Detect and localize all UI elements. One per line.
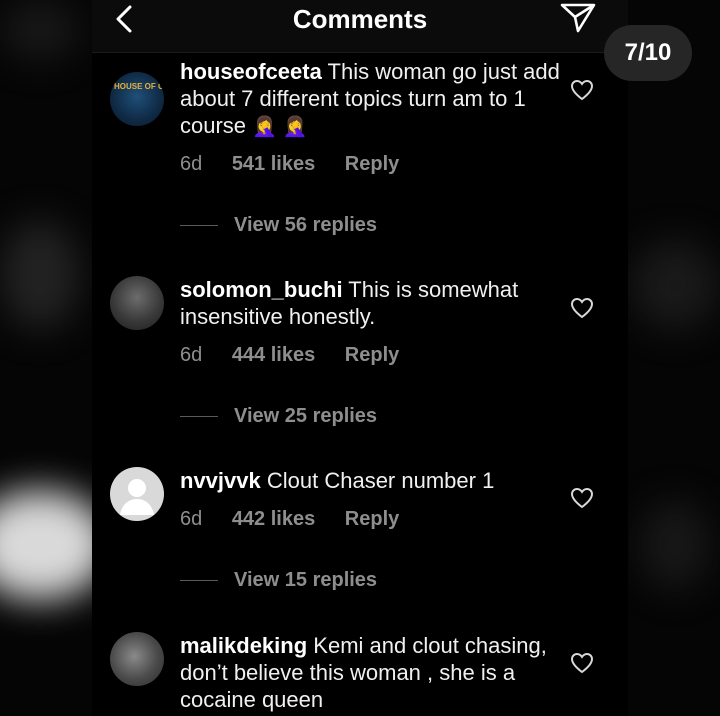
likes-count[interactable]: 541 likes: [232, 153, 315, 175]
background-blur: [0, 0, 80, 60]
divider-line: [180, 580, 218, 581]
comment-text: houseofceeta This woman go just add abou…: [180, 58, 560, 141]
view-replies-label: View 15 replies: [234, 569, 378, 591]
heart-icon[interactable]: [570, 79, 594, 101]
avatar[interactable]: [110, 276, 164, 330]
comment-age: 6d: [180, 508, 203, 530]
background-blur: [630, 240, 720, 330]
avatar-logo-text: HOUSE OF CEE: [114, 82, 164, 91]
page-counter-badge: 7/10: [604, 25, 692, 81]
comment-age: 6d: [180, 344, 203, 366]
likes-count[interactable]: 442 likes: [232, 508, 315, 530]
background-blur: [640, 500, 710, 590]
comment-text: solomon_buchi This is somewhat insensiti…: [180, 276, 560, 330]
heart-icon[interactable]: [570, 652, 594, 674]
view-replies-label: View 25 replies: [234, 405, 378, 427]
comment-username[interactable]: malikdeking: [180, 633, 307, 658]
comments-screen: Comments HOUSE OF CEE houseofceeta This …: [92, 0, 628, 716]
paper-plane-icon[interactable]: [558, 0, 598, 34]
avatar[interactable]: [110, 467, 164, 521]
page-title: Comments: [292, 4, 428, 34]
avatar[interactable]: HOUSE OF CEE: [110, 72, 164, 126]
comment-text: nvvjvvk Clout Chaser number 1: [180, 467, 560, 494]
comment-body: Clout Chaser number 1: [266, 468, 495, 493]
view-replies-button[interactable]: View 25 replies: [180, 405, 377, 428]
heart-icon[interactable]: [570, 487, 594, 509]
default-avatar-icon: [120, 479, 154, 515]
header-bar: Comments: [92, 0, 628, 53]
divider-line: [180, 225, 218, 226]
comment-username[interactable]: houseofceeta: [180, 59, 322, 84]
reply-button[interactable]: Reply: [345, 508, 399, 530]
comment-username[interactable]: nvvjvvk: [180, 468, 261, 493]
divider-line: [180, 416, 218, 417]
view-replies-button[interactable]: View 56 replies: [180, 214, 377, 237]
likes-count[interactable]: 444 likes: [232, 344, 315, 366]
comment-meta: 6d 442 likes Reply: [180, 508, 423, 531]
comment-meta: 6d 444 likes Reply: [180, 344, 423, 367]
background-blur: [0, 220, 80, 330]
view-replies-label: View 56 replies: [234, 214, 378, 236]
view-replies-button[interactable]: View 15 replies: [180, 569, 377, 592]
comment-username[interactable]: solomon_buchi: [180, 277, 343, 302]
comment-meta: 6d 541 likes Reply: [180, 153, 423, 176]
reply-button[interactable]: Reply: [345, 153, 399, 175]
comment-age: 6d: [180, 153, 203, 175]
heart-icon[interactable]: [570, 297, 594, 319]
comment-text: malikdeking Kemi and clout chasing, don’…: [180, 632, 560, 713]
reply-button[interactable]: Reply: [345, 344, 399, 366]
avatar[interactable]: [110, 632, 164, 686]
facepalm-emoji: 🤦‍♀️ 🤦‍♀️: [252, 116, 308, 138]
